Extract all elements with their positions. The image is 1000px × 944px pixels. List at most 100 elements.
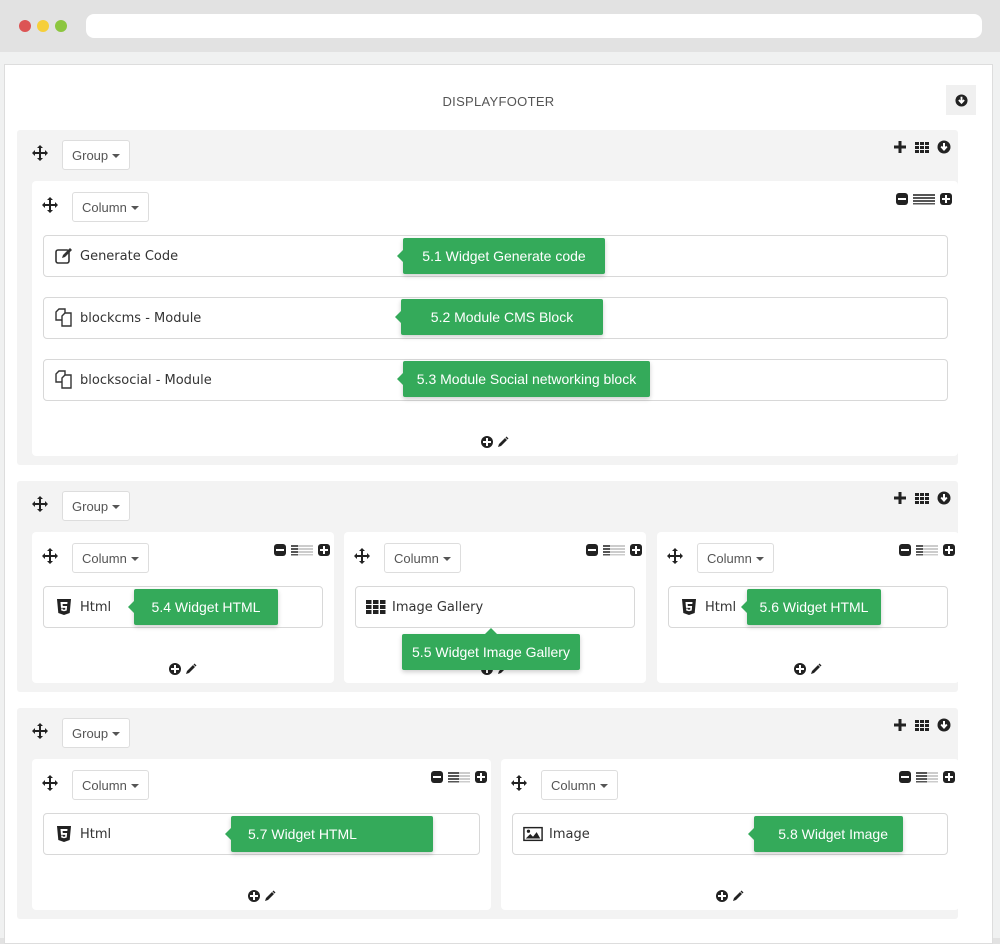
pencil-icon[interactable] [185, 663, 197, 675]
move-handle-icon[interactable] [511, 775, 527, 791]
increase-width-icon[interactable] [318, 544, 330, 556]
column-dropdown-label: Column [394, 550, 439, 566]
decrease-width-icon[interactable] [899, 544, 911, 556]
add-widget-icon[interactable] [716, 890, 728, 902]
group-dropdown-label: Group [72, 725, 109, 741]
move-handle-icon[interactable] [32, 145, 48, 161]
column-3-2: Column Image 5.8 Widget Image [501, 759, 959, 910]
pencil-icon[interactable] [732, 890, 744, 902]
arrow-circle-down-icon[interactable] [937, 491, 951, 505]
add-widget-icon[interactable] [169, 663, 181, 675]
widget-label: blockcms - Module [80, 310, 202, 326]
move-handle-icon[interactable] [42, 775, 58, 791]
column-footer [32, 663, 334, 675]
move-handle-icon[interactable] [32, 723, 48, 739]
move-handle-icon[interactable] [42, 197, 58, 213]
increase-width-icon[interactable] [943, 544, 955, 556]
group-dropdown-label: Group [72, 147, 109, 163]
grid-icon[interactable] [915, 718, 929, 732]
column-2-1: Column Html 5.4 Widget HTML [32, 532, 334, 683]
column-width-indicator-icon [448, 772, 470, 783]
column-dropdown-label: Column [82, 550, 127, 566]
plus-icon[interactable] [893, 140, 907, 154]
column-dropdown[interactable]: Column [541, 770, 618, 800]
group-toolbar [893, 718, 951, 732]
increase-width-icon[interactable] [475, 771, 487, 783]
caret-down-icon [755, 557, 764, 561]
increase-width-icon[interactable] [943, 771, 955, 783]
copy-icon [54, 308, 74, 328]
column-width-indicator-icon [603, 545, 625, 556]
th-icon [366, 597, 386, 617]
column-width-indicator-icon [913, 194, 935, 205]
arrow-circle-down-icon[interactable] [937, 718, 951, 732]
callout-tooltip: 5.5 Widget Image Gallery [402, 628, 580, 670]
close-window-dot[interactable] [19, 20, 31, 32]
grid-icon[interactable] [915, 140, 929, 154]
decrease-width-icon[interactable] [899, 771, 911, 783]
caret-down-icon [599, 784, 608, 788]
plus-icon[interactable] [893, 491, 907, 505]
add-widget-icon[interactable] [247, 890, 260, 902]
move-handle-icon[interactable] [42, 548, 58, 564]
increase-width-icon[interactable] [630, 544, 642, 556]
column-dropdown[interactable]: Column [72, 770, 149, 800]
pencil-icon[interactable] [264, 890, 276, 902]
column-width-tools [899, 771, 955, 783]
column-width-tools [431, 771, 487, 783]
edit-icon [54, 246, 74, 266]
grid-icon[interactable] [915, 491, 929, 505]
column-dropdown-label: Column [82, 777, 127, 793]
caret-down-icon [112, 154, 121, 158]
group-dropdown[interactable]: Group [62, 140, 131, 170]
arrow-circle-down-icon [954, 93, 968, 107]
add-widget-icon[interactable] [794, 663, 806, 675]
column-dropdown[interactable]: Column [697, 543, 774, 573]
column-dropdown[interactable]: Column [384, 543, 461, 573]
group-2: Group Column Html 5.4 Widget HTML Column… [17, 481, 959, 692]
column-dropdown[interactable]: Column [72, 543, 149, 573]
browser-chrome [0, 0, 1000, 52]
column-footer [32, 890, 491, 902]
widget-item[interactable]: Image Gallery [355, 586, 635, 628]
page: DISPLAYFOOTER Group Column Generate Code… [0, 52, 1000, 944]
pencil-icon[interactable] [810, 663, 822, 675]
add-widget-icon[interactable] [481, 436, 493, 448]
widget-label: blocksocial - Module [80, 372, 212, 388]
plus-icon[interactable] [893, 718, 907, 732]
column-dropdown[interactable]: Column [72, 192, 149, 222]
column-2-3: Column Html 5.6 Widget HTML [657, 532, 959, 683]
column-width-indicator-icon [916, 545, 938, 556]
group-dropdown[interactable]: Group [62, 491, 131, 521]
move-handle-icon[interactable] [667, 548, 683, 564]
decrease-width-icon[interactable] [274, 544, 286, 556]
group-dropdown[interactable]: Group [62, 718, 131, 748]
pencil-icon[interactable] [497, 436, 509, 448]
column-3-1: Column Html 5.7 Widget HTML [32, 759, 491, 910]
widget-label: Image Gallery [392, 599, 484, 615]
column-dropdown-label: Column [82, 199, 127, 215]
column-footer [501, 890, 959, 902]
panel-title: DISPLAYFOOTER [442, 94, 555, 109]
minimize-window-dot[interactable] [37, 20, 49, 32]
hook-panel: DISPLAYFOOTER Group Column Generate Code… [4, 64, 993, 944]
move-handle-icon[interactable] [354, 548, 370, 564]
decrease-width-icon[interactable] [896, 193, 908, 205]
group-toolbar [893, 491, 951, 505]
increase-width-icon[interactable] [940, 193, 952, 205]
column-width-tools [274, 544, 330, 556]
group-dropdown-label: Group [72, 498, 109, 514]
arrow-circle-down-icon[interactable] [937, 140, 951, 154]
maximize-window-dot[interactable] [55, 20, 67, 32]
column-width-indicator-icon [291, 545, 313, 556]
decrease-width-icon[interactable] [586, 544, 598, 556]
column-2-2: Column Image Gallery 5.5 Widget Image Ga… [344, 532, 646, 683]
decrease-width-icon[interactable] [431, 771, 443, 783]
group-3: Group Column Html 5.7 Widget HTML Column… [17, 708, 959, 919]
panel-collapse-button[interactable] [946, 85, 976, 115]
column-width-tools [899, 544, 955, 556]
html5-icon [679, 597, 699, 617]
address-bar[interactable] [86, 14, 982, 38]
move-handle-icon[interactable] [32, 496, 48, 512]
callout-tooltip: 5.7 Widget HTML [225, 816, 433, 852]
